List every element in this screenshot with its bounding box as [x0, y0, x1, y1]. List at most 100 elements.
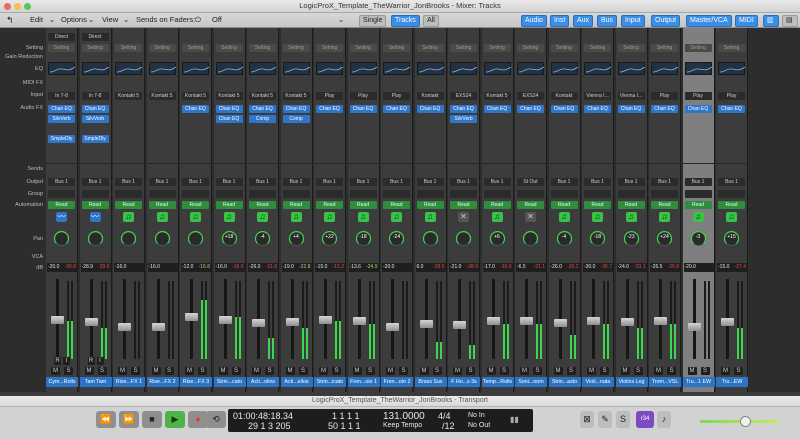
mute-button[interactable]: M [721, 367, 730, 375]
metronome-icon[interactable]: ♪ [657, 411, 671, 428]
tab-single[interactable]: Single [359, 15, 387, 27]
audio-fx-slot[interactable]: Chan EQ [416, 105, 444, 113]
eq-thumbnail[interactable] [115, 62, 143, 75]
track-name[interactable]: Strin...asto [548, 377, 581, 387]
volume-db[interactable]: -16.0 [216, 263, 227, 272]
mute-button[interactable]: M [486, 367, 496, 375]
pan-knob[interactable]: +4 [288, 230, 305, 247]
automation-mode[interactable]: Read [483, 201, 511, 209]
record-enable-button[interactable]: R [54, 357, 61, 365]
track-name[interactable]: Cym...Rolls [46, 377, 78, 387]
audio-fx-slot[interactable]: Chan EQ [249, 105, 276, 113]
track-name[interactable]: Rise...FX 2 [146, 377, 179, 387]
setting-button[interactable]: Setting [81, 44, 109, 52]
solo-button[interactable]: S [734, 367, 743, 375]
channel-strip[interactable]: Setting Kontakt 5 Chan EQ Chan EQ Bus 1 Read ♫… [213, 28, 246, 392]
input-slot[interactable]: Play [316, 92, 343, 100]
group-slot[interactable] [483, 190, 511, 198]
channel-strip[interactable]: Setting Kontakt Chan EQ Bus 1 Read ♫ 6.0 -28.5 … [414, 28, 447, 392]
audio-fx-slot[interactable]: Chan EQ [81, 105, 109, 113]
pan-knob[interactable] [154, 230, 171, 247]
output-slot[interactable]: St Out [517, 178, 544, 186]
input-slot[interactable]: Kontakt [550, 92, 578, 100]
eq-thumbnail[interactable] [383, 62, 411, 75]
track-name[interactable]: Acti...olins [247, 377, 279, 387]
time-signature[interactable]: 4/4 [438, 411, 451, 421]
fader-cap[interactable] [486, 317, 500, 325]
fader[interactable] [382, 279, 412, 359]
output-slot[interactable]: Bus 1 [483, 178, 511, 186]
group-slot[interactable] [617, 190, 645, 198]
fader[interactable] [684, 279, 714, 359]
pan-knob[interactable]: -4 [254, 230, 271, 247]
fader-cap[interactable] [151, 323, 165, 331]
channel-strip[interactable]: Setting Play Chan EQ Bus 1 Read ♫ +24 -26.5 -26.… [649, 28, 681, 392]
group-slot[interactable] [115, 190, 142, 198]
eq-thumbnail[interactable] [651, 62, 679, 75]
eq-thumbnail[interactable] [483, 62, 511, 75]
view-menu[interactable]: View [102, 13, 118, 27]
sends-on-faders-select[interactable]: Off [212, 13, 222, 27]
audio-fx-slot[interactable]: SilvVerb [450, 115, 477, 123]
eq-thumbnail[interactable] [617, 62, 645, 75]
setting-button[interactable]: Setting [215, 44, 243, 52]
close-window-button[interactable] [4, 3, 11, 10]
channel-strip[interactable]: Setting Kontakt 5 Bus 1 Read ♫ -16.0 M S Rise..… [113, 28, 145, 392]
solo-button[interactable]: S [164, 367, 174, 375]
mute-button[interactable]: M [185, 367, 194, 375]
volume-db[interactable]: -28.9 [82, 263, 93, 272]
audio-fx-slot[interactable]: Chan EQ [718, 105, 745, 113]
fader-cap[interactable] [419, 320, 433, 328]
mute-button[interactable]: M [453, 367, 462, 375]
pan-knob[interactable] [120, 230, 137, 247]
filter-midi[interactable]: MIDI [735, 15, 758, 27]
group-slot[interactable] [48, 190, 75, 198]
tab-all[interactable]: All [423, 15, 439, 27]
output-slot[interactable]: Bus 1 [48, 178, 75, 186]
track-name[interactable]: Soni...oom [515, 377, 547, 387]
pan-knob[interactable]: +6 [489, 230, 506, 247]
fader-cap[interactable] [553, 318, 567, 327]
mute-button[interactable]: M [587, 367, 596, 375]
setting-button[interactable]: Setting [483, 44, 511, 52]
mute-button[interactable]: M [285, 367, 295, 375]
zoom-window-button[interactable] [24, 3, 31, 10]
automation-mode[interactable]: Read [282, 201, 310, 209]
setting-button[interactable]: Setting [550, 44, 578, 52]
channel-strip[interactable]: Direct Setting In 7-8 Chan EQ SilvVerb SmpleD… [79, 28, 112, 392]
fader-cap[interactable] [252, 319, 265, 328]
pan-knob[interactable]: +24 [656, 230, 673, 247]
output-slot[interactable]: Bus 1 [718, 178, 745, 186]
solo-button[interactable]: S [600, 367, 609, 375]
audio-fx-slot[interactable]: Chan EQ [483, 105, 511, 113]
setting-button[interactable]: Setting [48, 44, 75, 52]
back-arrow-icon[interactable]: ↰ [6, 13, 14, 27]
input-slot[interactable]: Vienna I... [584, 92, 611, 100]
group-slot[interactable] [249, 190, 276, 198]
input-slot[interactable]: Play [651, 92, 678, 100]
audio-fx-slot[interactable]: Chan EQ [450, 105, 477, 113]
solo-button[interactable]: S [97, 367, 107, 375]
group-slot[interactable] [517, 190, 544, 198]
setting-button[interactable]: Setting [517, 44, 544, 52]
solo-button[interactable]: S [265, 367, 274, 375]
eq-thumbnail[interactable] [148, 62, 176, 75]
eq-thumbnail[interactable] [81, 62, 109, 75]
output-slot[interactable]: Bus 1 [249, 178, 276, 186]
volume-db[interactable]: -30.0 [584, 263, 595, 272]
track-name[interactable]: Strin...cato [213, 377, 246, 387]
audio-fx-slot[interactable]: Chan EQ [316, 105, 343, 113]
group-slot[interactable] [584, 190, 611, 198]
filter-inst[interactable]: Inst [550, 15, 570, 27]
fader-cap[interactable] [587, 317, 600, 325]
fader-cap[interactable] [185, 312, 198, 321]
channel-strip[interactable]: Setting Kontakt 5 Chan EQ Comp Bus 1 Read ♫ -4 -… [247, 28, 279, 392]
audio-fx-slot[interactable]: Chan EQ [550, 105, 578, 113]
fader[interactable] [282, 279, 312, 359]
group-slot[interactable] [182, 190, 209, 198]
input-monitor-button[interactable]: I [63, 357, 70, 365]
pan-knob[interactable]: +15 [723, 230, 740, 247]
audio-fx-slot[interactable]: Chan EQ [617, 105, 645, 113]
input-slot[interactable]: EXS24 [517, 92, 544, 100]
keep-tempo-label[interactable]: Keep Tempo [383, 422, 422, 429]
